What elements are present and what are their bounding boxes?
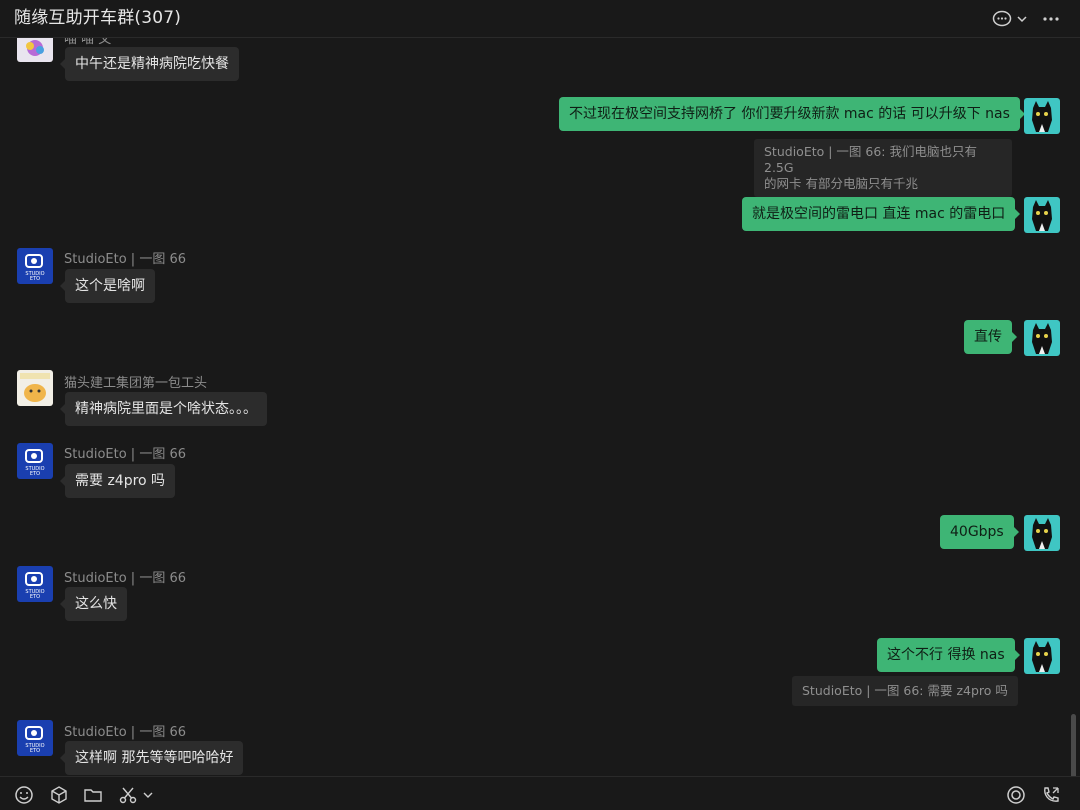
quote-line: StudioEto | 一图 66: 需要 z4pro 吗: [802, 683, 1008, 698]
message-bubble[interactable]: 精神病院里面是个啥状态。。。: [60, 392, 267, 426]
message-bubble[interactable]: 需要 z4pro 吗: [59, 464, 176, 498]
avatar[interactable]: STUDIO ETO: [17, 248, 53, 284]
avatar-text: ETO: [30, 471, 40, 477]
sender-name: StudioEto | 一图 66: [64, 725, 186, 740]
sender-name: StudioEto | 一图 66: [64, 571, 186, 586]
input-toolbar: [0, 776, 1080, 810]
quote-line: 的网卡 有部分电脑只有千兆: [764, 176, 918, 191]
voice-icon[interactable]: [1006, 785, 1026, 805]
message-bubble[interactable]: 这个是啥啊: [60, 269, 155, 303]
scrollbar-thumb[interactable]: [1071, 714, 1076, 776]
avatar[interactable]: [17, 38, 53, 62]
phone-icon[interactable]: [1041, 785, 1061, 805]
message-bubble[interactable]: 中午还是精神病院吃快餐: [60, 47, 239, 81]
quoted-message[interactable]: StudioEto | 一图 66: 我们电脑也只有 2.5G 的网卡 有部分电…: [754, 139, 1012, 197]
avatar[interactable]: [1024, 638, 1060, 674]
message-bubble[interactable]: 40Gbps: [940, 515, 1019, 549]
message-bubble[interactable]: 直传: [964, 320, 1017, 354]
message-bubble[interactable]: 这个不行 得换 nas: [877, 638, 1020, 672]
avatar[interactable]: [1024, 515, 1060, 551]
avatar[interactable]: STUDIO ETO: [17, 443, 53, 479]
group-title: 随缘互助开车群(307): [14, 8, 182, 28]
avatar-text: ETO: [30, 276, 40, 282]
avatar[interactable]: STUDIO ETO: [17, 566, 53, 602]
folder-icon[interactable]: [83, 785, 103, 805]
avatar[interactable]: STUDIO ETO: [17, 720, 53, 756]
chat-header: 随缘互助开车群(307): [0, 0, 1080, 38]
more-icon[interactable]: [1041, 12, 1061, 26]
avatar-text: ETO: [30, 748, 40, 754]
message-bubble[interactable]: 就是极空间的雷电口 直连 mac 的雷电口: [742, 197, 1021, 231]
avatar[interactable]: [1024, 197, 1060, 233]
chevron-down-icon[interactable]: [1016, 13, 1028, 25]
chat-bubble-icon[interactable]: [992, 10, 1012, 28]
scissors-icon[interactable]: [118, 785, 138, 805]
sender-name: StudioEto | 一图 66: [64, 447, 186, 462]
avatar[interactable]: [17, 370, 53, 406]
avatar[interactable]: [1024, 98, 1060, 134]
emoji-icon[interactable]: [14, 785, 34, 805]
cube-icon[interactable]: [49, 785, 69, 805]
avatar-text: ETO: [30, 594, 40, 600]
message-bubble[interactable]: 这么快: [60, 587, 127, 621]
chevron-down-icon[interactable]: [142, 785, 154, 805]
avatar[interactable]: [1024, 320, 1060, 356]
message-bubble[interactable]: 这样啊 那先等等吧哈哈好: [59, 741, 244, 775]
sender-name: StudioEto | 一图 66: [64, 252, 186, 267]
sender-name: 猫头建工集团第一包工头: [64, 376, 208, 391]
message-bubble[interactable]: 不过现在极空间支持网桥了 你们要升级新款 mac 的话 可以升级下 nas: [559, 97, 1025, 131]
sender-name: 喵 喵 文: [64, 38, 112, 47]
quoted-message[interactable]: StudioEto | 一图 66: 需要 z4pro 吗: [792, 676, 1018, 706]
message-list[interactable]: 喵 喵 文 中午还是精神病院吃快餐 不过现在极空间支持网桥了 你们要升级新款 m…: [0, 38, 1080, 776]
quote-line: StudioEto | 一图 66: 我们电脑也只有 2.5G: [764, 144, 977, 175]
